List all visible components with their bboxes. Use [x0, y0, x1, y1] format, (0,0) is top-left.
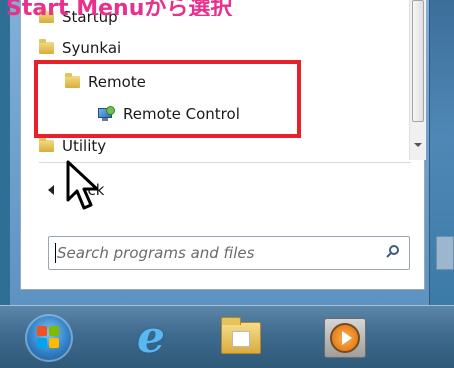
search-icon[interactable]	[381, 238, 409, 268]
scrollbar-thumb[interactable]	[412, 0, 424, 122]
mouse-cursor-icon	[66, 160, 99, 210]
folder-icon	[39, 137, 54, 152]
taskbar-internet-explorer[interactable]: e	[124, 312, 178, 364]
shutdown-button-edge[interactable]	[436, 236, 454, 270]
back-arrow-icon	[48, 185, 54, 195]
caption-text: Start Menuから選択	[6, 0, 233, 16]
start-menu: Startup Syunkai Remote Remote Control Ut…	[10, 0, 430, 305]
taskbar-media-player[interactable]	[318, 312, 372, 364]
internet-explorer-icon: e	[137, 312, 165, 363]
highlight-box	[34, 60, 301, 138]
start-orb-icon	[25, 314, 73, 362]
scroll-down-arrow-icon[interactable]	[414, 143, 422, 147]
search-input[interactable]	[49, 238, 381, 268]
taskbar: e	[0, 305, 454, 368]
media-player-icon	[324, 318, 366, 358]
folder-icon	[39, 39, 54, 54]
programs-scrollbar[interactable]	[409, 0, 426, 160]
windows-explorer-icon	[221, 317, 261, 354]
search-box[interactable]	[48, 236, 410, 270]
start-menu-left-panel: Startup Syunkai Remote Remote Control Ut…	[20, 0, 426, 290]
menu-item-label: Utility	[62, 137, 107, 155]
menu-item-syunkai[interactable]: Syunkai	[39, 33, 121, 63]
start-button[interactable]	[22, 312, 76, 364]
taskbar-windows-explorer[interactable]	[214, 312, 268, 364]
text-caret	[55, 243, 56, 263]
menu-item-label: Syunkai	[62, 39, 122, 57]
